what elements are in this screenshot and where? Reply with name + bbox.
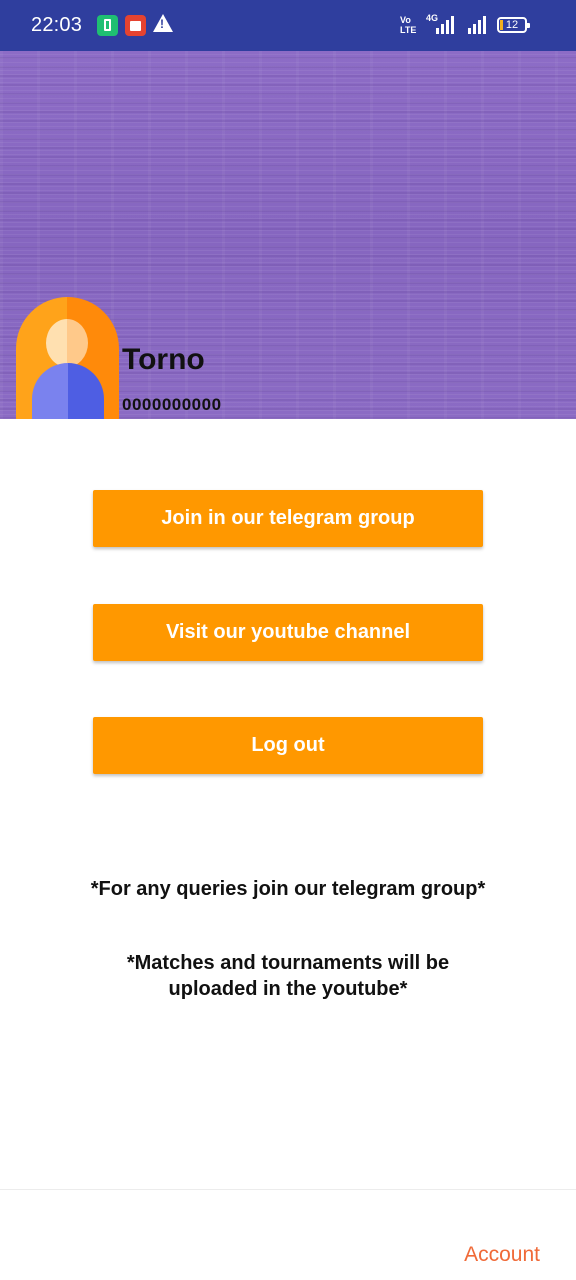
profile-header: Torno 0000000000 xyxy=(0,51,576,419)
battery-icon: 12 xyxy=(497,17,530,33)
account-screen: 22:03 Vo LTE 4G 12 Torno 0000000000 Join… xyxy=(0,0,576,1280)
join-telegram-button[interactable]: Join in our telegram group xyxy=(93,490,483,547)
queries-note: *For any queries join our telegram group… xyxy=(90,878,486,900)
avatar xyxy=(16,297,119,419)
logout-button[interactable]: Log out xyxy=(93,717,483,774)
profile-phone: 0000000000 xyxy=(122,395,222,414)
signal-icon xyxy=(436,16,454,34)
uploads-note: *Matches and tournaments will be uploade… xyxy=(126,952,450,1000)
volte-label: Vo LTE xyxy=(400,15,417,35)
visit-youtube-button[interactable]: Visit our youtube channel xyxy=(93,604,483,661)
status-bar: 22:03 Vo LTE 4G 12 xyxy=(0,0,576,51)
bottom-nav-account[interactable]: Account xyxy=(464,1243,540,1267)
warning-icon xyxy=(153,14,173,32)
profile-name: Torno xyxy=(122,343,205,376)
battery-saver-icon xyxy=(97,15,118,36)
avatar-head-icon xyxy=(46,319,88,367)
bottom-nav-divider xyxy=(0,1189,576,1190)
status-time: 22:03 xyxy=(31,14,83,36)
shop-icon xyxy=(125,15,146,36)
signal-icon xyxy=(468,16,486,34)
